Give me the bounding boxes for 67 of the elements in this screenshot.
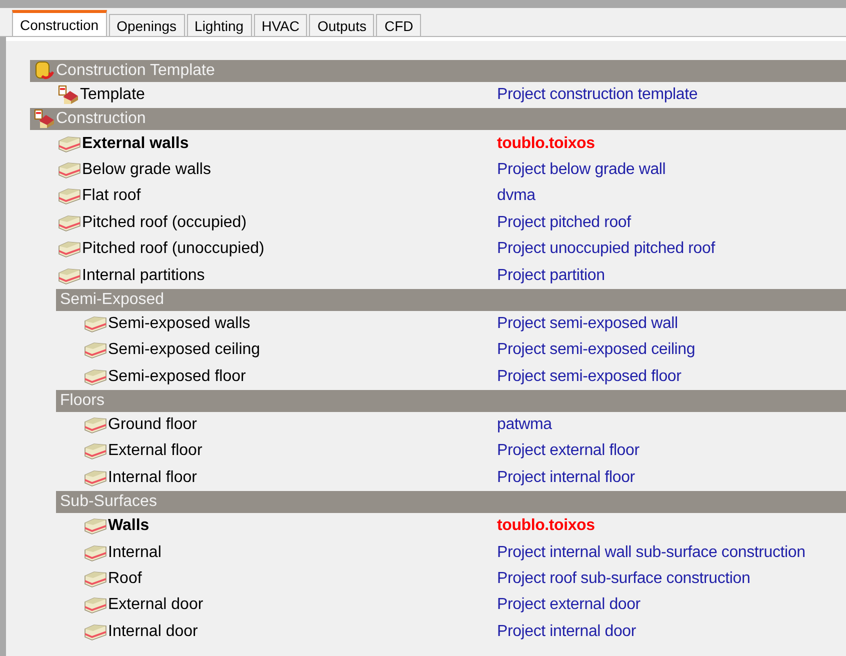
item-value[interactable]: Project semi-exposed floor: [497, 368, 682, 386]
item-value[interactable]: Project construction template: [497, 86, 698, 104]
tab[interactable]: Openings: [108, 14, 185, 36]
item-label: Roof: [108, 570, 143, 588]
item-label: Semi-exposed walls: [108, 314, 252, 333]
item-value[interactable]: Project unoccupied pitched roof: [497, 240, 715, 258]
layers-icon: [84, 468, 108, 487]
layers-icon: [84, 596, 108, 614]
tab[interactable]: CFD: [376, 14, 422, 36]
item-value[interactable]: Project external floor: [497, 442, 640, 460]
layers-icon: [84, 622, 108, 641]
item-value[interactable]: Project roof sub-surface construction: [497, 570, 750, 588]
layers-icon: [58, 266, 82, 285]
tab[interactable]: HVAC: [254, 14, 308, 36]
item-label: Semi-exposed floor: [108, 368, 247, 386]
item-label: External door: [108, 596, 204, 614]
item-label: Pitched roof (occupied): [82, 214, 248, 232]
layers-icon: [84, 570, 108, 588]
item-value[interactable]: patwma: [497, 416, 552, 434]
item-value[interactable]: Project internal wall sub-surface construction: [497, 544, 806, 562]
item-label: Flat roof: [82, 187, 142, 206]
item-label: Semi-exposed ceiling: [108, 341, 262, 360]
item-value[interactable]: toublo.toixos: [497, 517, 595, 536]
layers-icon: [58, 134, 82, 153]
tab[interactable]: Lighting: [186, 14, 252, 36]
section-title: Construction Template: [56, 62, 215, 80]
item-value[interactable]: Project internal door: [497, 622, 636, 641]
house-icon: [34, 109, 56, 130]
layers-icon: [58, 214, 82, 232]
layers-icon: [84, 314, 108, 333]
item-value[interactable]: Project external door: [497, 596, 640, 614]
item-label: Ground floor: [108, 416, 198, 434]
item-label: Template: [80, 86, 146, 104]
section-title: Construction: [56, 110, 146, 128]
layers-icon: [84, 442, 108, 460]
layers-icon: [58, 240, 82, 258]
item-label: External walls: [82, 134, 190, 153]
item-value[interactable]: toublo.toixos: [497, 134, 595, 153]
layers-icon: [58, 160, 82, 179]
item-label: Pitched roof (unoccupied): [82, 240, 266, 258]
item-label: External floor: [108, 442, 204, 460]
subsection-title: Sub-Surfaces: [60, 493, 157, 512]
item-value[interactable]: Project below grade wall: [497, 160, 666, 179]
tab[interactable]: Construction: [12, 10, 107, 36]
house-icon: [58, 85, 80, 106]
layers-icon: [58, 187, 82, 206]
item-label: Internal door: [108, 622, 199, 641]
item-value[interactable]: dvma: [497, 187, 536, 206]
template-icon: [34, 61, 56, 81]
item-label: Internal partitions: [82, 266, 206, 285]
item-value[interactable]: Project partition: [497, 266, 605, 285]
item-value[interactable]: Project semi-exposed ceiling: [497, 341, 696, 360]
layers-icon: [84, 416, 108, 434]
item-label: Internal floor: [108, 468, 198, 487]
layers-icon: [84, 517, 108, 536]
subsection-title: Floors: [60, 392, 104, 410]
item-label: Walls: [108, 517, 150, 536]
tab[interactable]: Outputs: [309, 14, 374, 36]
item-value[interactable]: Project semi-exposed wall: [497, 314, 678, 333]
layers-icon: [84, 368, 108, 386]
item-label: Below grade walls: [82, 160, 212, 179]
layers-icon: [84, 544, 108, 562]
item-label: Internal: [108, 544, 162, 562]
layers-icon: [84, 341, 108, 360]
item-value[interactable]: Project pitched roof: [497, 214, 631, 232]
subsection-title: Semi-Exposed: [60, 290, 164, 309]
item-value[interactable]: Project internal floor: [497, 468, 635, 487]
